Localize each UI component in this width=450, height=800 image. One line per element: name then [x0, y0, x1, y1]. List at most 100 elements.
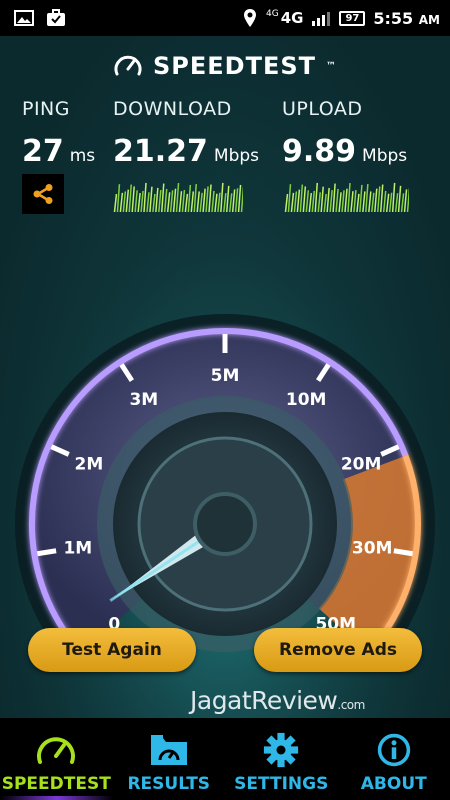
bottom-nav: SPEEDTEST RESULTS SETTINGS ABOUT [0, 718, 450, 800]
graph-bar [166, 192, 171, 212]
graph-bar [190, 191, 195, 212]
nav-item-settings[interactable]: SETTINGS [225, 718, 338, 800]
download-label: DOWNLOAD [113, 98, 232, 120]
graph-bar [293, 191, 298, 212]
graph-bar [284, 193, 289, 212]
graph-bar [287, 184, 292, 212]
graph-bar [196, 191, 200, 212]
graph-bar [231, 189, 236, 212]
graph-bar [155, 187, 159, 212]
graph-bar [172, 188, 177, 212]
ping-metric: PING 27 ms [22, 98, 95, 169]
graph-bar [326, 187, 330, 212]
graph-bar [385, 193, 390, 212]
main-panel: SPEEDTEST ™ PING 27 ms DOWNLOAD 21.27 Mbps … [0, 36, 450, 718]
graph-bar [116, 184, 121, 212]
watermark-brand: JagatReview [190, 686, 338, 715]
graph-bar [365, 184, 369, 212]
speedometer-icon [37, 737, 76, 764]
status-bar: 4G 4G 97 5:55 AM [0, 0, 450, 36]
logo-trademark: ™ [326, 60, 337, 72]
graph-bar [152, 193, 156, 212]
graph-bar [379, 184, 384, 212]
graph-bar [217, 192, 221, 212]
graph-bar [406, 188, 409, 212]
briefcase-check-icon [47, 9, 65, 26]
graph-bar [146, 192, 150, 212]
clock-time: 5:55 [373, 8, 414, 28]
upload-value-row: 9.89 Mbps [282, 134, 407, 169]
graph-bar [178, 191, 183, 212]
remove-ads-button[interactable]: Remove Ads [254, 628, 422, 672]
nav-label-settings: SETTINGS [234, 774, 329, 794]
upload-label: UPLOAD [282, 98, 363, 120]
graph-bar [237, 184, 242, 212]
gauge-tick-label: 2M [75, 454, 104, 474]
graph-bar [169, 190, 174, 212]
graph-bar [128, 184, 132, 212]
speed-gauge: 01M2M3M5M10M20M30M50M [15, 314, 435, 664]
nav-label-about: ABOUT [360, 774, 427, 794]
graph-bar [397, 185, 402, 212]
graph-bar [353, 190, 357, 212]
graph-bar [228, 193, 233, 212]
graph-bar [371, 192, 375, 212]
graph-bar [158, 190, 162, 212]
graph-bar [374, 188, 378, 212]
graph-bar [391, 182, 396, 212]
graph-bar [368, 191, 372, 212]
graph-bar [314, 182, 318, 212]
graph-bar [205, 186, 209, 212]
app-logo: SPEEDTEST ™ [0, 52, 450, 80]
ping-unit: ms [69, 146, 96, 166]
graph-bar [149, 186, 153, 212]
graph-bar [181, 190, 186, 212]
share-icon [33, 184, 53, 204]
graph-bar [332, 183, 336, 212]
clock-ampm: AM [418, 12, 440, 27]
graph-bar [223, 193, 227, 212]
gauge-tick-label: 3M [129, 390, 158, 410]
ping-value-row: 27 ms [22, 134, 95, 169]
graph-bar [308, 193, 313, 212]
graph-bar [202, 188, 206, 212]
graph-bar [356, 193, 360, 212]
graph-bar [388, 192, 393, 212]
graph-bar [134, 190, 138, 212]
graph-bar [329, 190, 333, 212]
graph-bar [382, 190, 387, 212]
graph-bar [302, 186, 307, 212]
gauge-tick-label: 5M [211, 366, 240, 386]
graph-bar [323, 193, 327, 212]
graph-bar [187, 184, 192, 212]
graph-bar [394, 193, 399, 212]
graph-bar [290, 192, 295, 212]
nav-item-speedtest[interactable]: SPEEDTEST [0, 718, 113, 800]
download-graph [113, 182, 243, 212]
graph-bar [163, 188, 168, 212]
graph-bar [299, 184, 304, 212]
graph-bar [226, 185, 230, 212]
graph-bar [359, 184, 363, 212]
watermark-suffix: .com [337, 698, 365, 712]
gauge-tick-label: 10M [286, 390, 327, 410]
watermark: JagatReview.com [190, 686, 365, 715]
graph-bar [113, 193, 118, 212]
graph-bar [119, 192, 124, 212]
test-again-button[interactable]: Test Again [28, 628, 196, 672]
nav-item-results[interactable]: RESULTS [113, 718, 226, 800]
battery-indicator: 97 [339, 10, 366, 26]
graph-bar [161, 183, 165, 212]
share-button[interactable] [22, 174, 64, 214]
nav-label-results: RESULTS [127, 774, 211, 794]
graph-bar [184, 193, 189, 212]
image-icon [14, 10, 34, 26]
graph-bar [143, 182, 147, 212]
graph-bar [199, 192, 203, 212]
folder-gauge-icon [150, 735, 187, 765]
graph-bar [335, 188, 339, 212]
graph-bar [193, 184, 197, 212]
graph-bar [220, 182, 224, 212]
graph-bar [240, 186, 243, 212]
nav-item-about[interactable]: ABOUT [338, 718, 450, 800]
